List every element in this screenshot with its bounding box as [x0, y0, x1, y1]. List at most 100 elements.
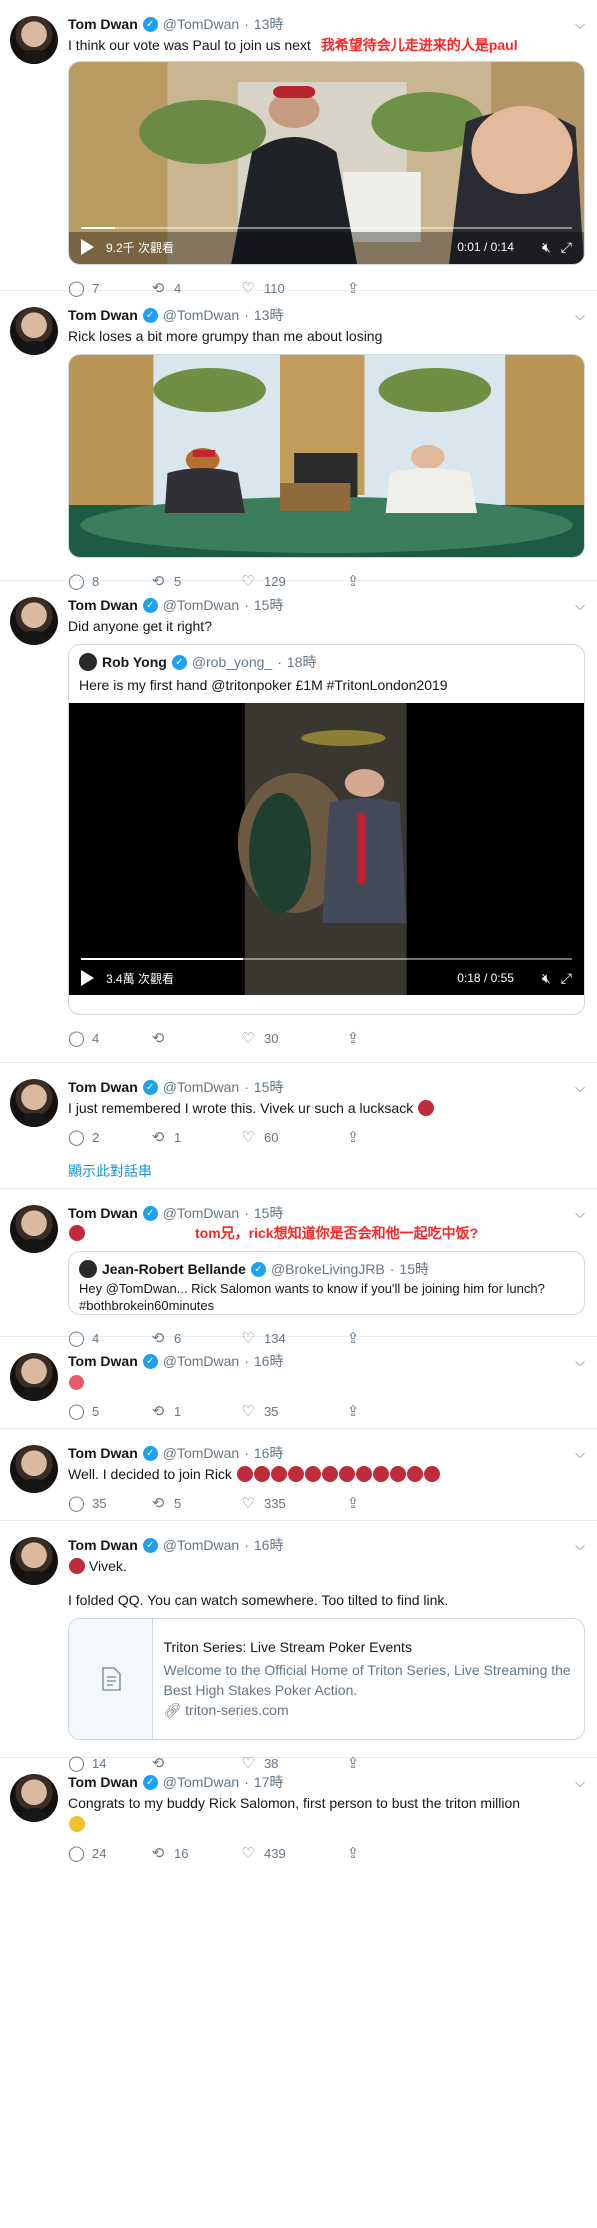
- link-card[interactable]: Triton Series: Live Stream Poker Events …: [68, 1618, 585, 1740]
- reply-button[interactable]: ◯ 35: [68, 1494, 150, 1512]
- retweet-button[interactable]: ⟲ 5: [150, 1494, 240, 1512]
- tweet[interactable]: Tom Dwan ✓ @TomDwan · 17時 ⌵ Congrats to …: [0, 1758, 597, 1878]
- author-name[interactable]: Tom Dwan: [68, 1774, 138, 1790]
- chevron-down-icon[interactable]: ⌵: [575, 1206, 585, 1222]
- tweet-time[interactable]: 13時: [254, 14, 284, 34]
- mute-icon[interactable]: 🔇︎: [542, 970, 551, 987]
- chevron-down-icon[interactable]: ⌵: [575, 1080, 585, 1096]
- share-button[interactable]: ⇪: [345, 1128, 361, 1146]
- tweet-time[interactable]: 16時: [254, 1351, 284, 1371]
- chevron-down-icon[interactable]: ⌵: [575, 1775, 585, 1791]
- author-name[interactable]: Tom Dwan: [68, 1445, 138, 1461]
- author-handle[interactable]: @TomDwan: [163, 1774, 239, 1790]
- author-handle[interactable]: @TomDwan: [163, 1079, 239, 1095]
- tweet[interactable]: Tom Dwan ✓ @TomDwan · 15時 ⌵ Did anyone g…: [0, 581, 597, 1063]
- reply-count: 5: [92, 1403, 100, 1419]
- author-handle[interactable]: @TomDwan: [163, 1205, 239, 1221]
- author-name[interactable]: Tom Dwan: [68, 597, 138, 613]
- video-progress-bar[interactable]: [81, 958, 572, 960]
- tweet[interactable]: Tom Dwan ✓ @TomDwan · 15時 ⌵ tom兄，rick想知道…: [0, 1189, 597, 1347]
- reply-button[interactable]: ◯ 5: [68, 1402, 150, 1420]
- tweet[interactable]: Tom Dwan ✓ @TomDwan · 13時 ⌵ I think our …: [0, 0, 597, 297]
- video-progress-bar[interactable]: [81, 227, 572, 229]
- avatar[interactable]: [10, 597, 58, 645]
- retweet-count: 1: [174, 1403, 182, 1419]
- author-name[interactable]: Tom Dwan: [68, 16, 138, 32]
- annotation-text: tom兄，rick想知道你是否会和他一起吃中饭?: [195, 1225, 479, 1241]
- reply-button[interactable]: ◯ 2: [68, 1128, 150, 1146]
- quoted-video-player[interactable]: 3.4萬 次觀看 0:18 / 0:55 🔇︎ ⤢: [69, 703, 584, 995]
- tweet-time[interactable]: 17時: [254, 1772, 284, 1792]
- author-name[interactable]: Tom Dwan: [68, 1353, 138, 1369]
- retweet-button[interactable]: ⟲ 1: [150, 1402, 240, 1420]
- tweet-time[interactable]: 16時: [254, 1443, 284, 1463]
- reply-button[interactable]: ◯ 24: [68, 1844, 150, 1862]
- tweet-time[interactable]: 13時: [254, 305, 284, 325]
- card-domain: triton-series.com: [185, 1702, 289, 1718]
- video-player[interactable]: 9.2千 次觀看 0:01 / 0:14 🔇︎ ⤢: [68, 61, 585, 265]
- fullscreen-icon[interactable]: ⤢: [561, 970, 572, 987]
- share-button[interactable]: ⇪: [345, 1844, 361, 1862]
- document-icon: [101, 1667, 121, 1691]
- chevron-down-icon[interactable]: ⌵: [575, 17, 585, 33]
- author-handle[interactable]: @TomDwan: [163, 597, 239, 613]
- avatar[interactable]: [10, 1774, 58, 1822]
- quoted-author-name: Jean-Robert Bellande: [102, 1261, 246, 1277]
- reply-button[interactable]: ◯ 4: [68, 1029, 150, 1047]
- tweet-time[interactable]: 15時: [254, 1203, 284, 1223]
- quoted-tweet[interactable]: Rob Yong ✓ @rob_yong_ · 18時 Here is my f…: [68, 644, 585, 1015]
- avatar[interactable]: [10, 1205, 58, 1253]
- avatar[interactable]: [10, 16, 58, 64]
- like-button[interactable]: ♡ 35: [240, 1402, 345, 1420]
- author-name[interactable]: Tom Dwan: [68, 1079, 138, 1095]
- like-button[interactable]: ♡ 60: [240, 1128, 345, 1146]
- retweet-button[interactable]: ⟲ 16: [150, 1844, 240, 1862]
- share-button[interactable]: ⇪: [345, 1029, 361, 1047]
- tweet-time[interactable]: 15時: [254, 595, 284, 615]
- show-thread-link[interactable]: 顯示此對話串: [68, 1156, 585, 1190]
- author-name[interactable]: Tom Dwan: [68, 1537, 138, 1553]
- like-button[interactable]: ♡ 30: [240, 1029, 345, 1047]
- angry-face-icon: [338, 1466, 355, 1482]
- tweet[interactable]: Tom Dwan ✓ @TomDwan · 16時 ⌵ Vivek. I fol…: [0, 1521, 597, 1772]
- avatar[interactable]: [10, 307, 58, 355]
- like-button[interactable]: ♡ 335: [240, 1494, 345, 1512]
- author-name[interactable]: Tom Dwan: [68, 307, 138, 323]
- like-button[interactable]: ♡ 439: [240, 1844, 345, 1862]
- retweet-count: 5: [174, 1495, 182, 1511]
- avatar[interactable]: [10, 1353, 58, 1401]
- avatar[interactable]: [10, 1079, 58, 1127]
- play-icon[interactable]: [81, 239, 94, 255]
- share-button[interactable]: ⇪: [345, 1402, 361, 1420]
- quoted-tweet[interactable]: Jean-Robert Bellande ✓ @BrokeLivingJRB ·…: [68, 1251, 585, 1315]
- reply-icon: ◯: [68, 1495, 85, 1512]
- like-count: 30: [264, 1030, 279, 1046]
- chevron-down-icon[interactable]: ⌵: [575, 1538, 585, 1554]
- retweet-button[interactable]: ⟲ 1: [150, 1128, 240, 1146]
- tweet-photo[interactable]: [68, 354, 585, 558]
- tweet-text: I just remembered I wrote this. Vivek ur…: [68, 1100, 414, 1116]
- retweet-button[interactable]: ⟲: [150, 1029, 240, 1047]
- tweet-time[interactable]: 16時: [254, 1535, 284, 1555]
- tweet[interactable]: Tom Dwan ✓ @TomDwan · 15時 ⌵ I just remem…: [0, 1063, 597, 1188]
- tweet-time[interactable]: 15時: [254, 1077, 284, 1097]
- author-name[interactable]: Tom Dwan: [68, 1205, 138, 1221]
- chevron-down-icon[interactable]: ⌵: [575, 1446, 585, 1462]
- author-handle[interactable]: @TomDwan: [163, 1353, 239, 1369]
- author-handle[interactable]: @TomDwan: [163, 307, 239, 323]
- chevron-down-icon[interactable]: ⌵: [575, 598, 585, 614]
- play-icon[interactable]: [81, 970, 94, 986]
- avatar[interactable]: [10, 1537, 58, 1585]
- author-handle[interactable]: @TomDwan: [163, 16, 239, 32]
- author-handle[interactable]: @TomDwan: [163, 1445, 239, 1461]
- tweet[interactable]: Tom Dwan ✓ @TomDwan · 16時 ⌵ ◯ 5 ⟲ 1 ♡ 35 ⇪: [0, 1337, 597, 1429]
- chevron-down-icon[interactable]: ⌵: [575, 1354, 585, 1370]
- mute-icon[interactable]: 🔇︎: [542, 239, 551, 256]
- fullscreen-icon[interactable]: ⤢: [561, 239, 572, 256]
- share-button[interactable]: ⇪: [345, 1494, 361, 1512]
- tweet[interactable]: Tom Dwan ✓ @TomDwan · 16時 ⌵ Well. I deci…: [0, 1429, 597, 1521]
- chevron-down-icon[interactable]: ⌵: [575, 308, 585, 324]
- avatar[interactable]: [10, 1445, 58, 1493]
- tweet[interactable]: Tom Dwan ✓ @TomDwan · 13時 ⌵ Rick loses a…: [0, 291, 597, 590]
- author-handle[interactable]: @TomDwan: [163, 1537, 239, 1553]
